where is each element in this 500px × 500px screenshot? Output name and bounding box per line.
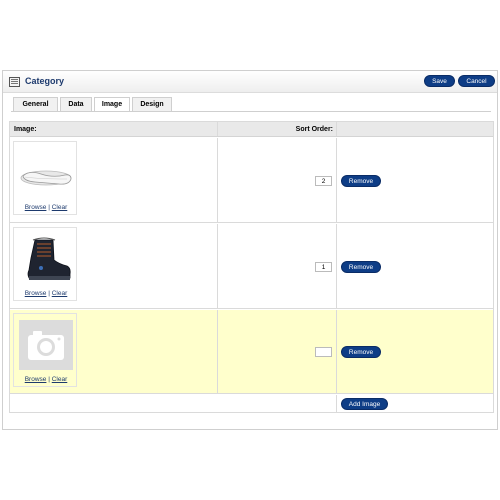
panel-header: Category Save Cancel [3,71,497,93]
remove-button[interactable]: Remove [341,175,381,187]
image-table: Image: Sort Order: Browse | Clear 2 Remo… [9,121,494,413]
tab-divider [11,111,491,112]
sort-order-input[interactable]: 2 [315,176,332,186]
table-row: Browse | Clear Remove [10,310,493,394]
column-header-sort-order: Sort Order: [295,126,333,133]
image-links: Browse | Clear [24,290,68,297]
category-panel: Category Save Cancel General Data Image … [2,70,498,430]
browse-link[interactable]: Browse [25,204,47,211]
image-links: Browse | Clear [24,376,68,383]
tab-general[interactable]: General [13,97,58,111]
image-links: Browse | Clear [24,204,68,211]
clear-link[interactable]: Clear [52,204,68,211]
tab-data[interactable]: Data [60,97,92,111]
column-header-image: Image: [14,126,37,133]
tab-design[interactable]: Design [132,97,172,111]
browse-link[interactable]: Browse [25,290,47,297]
table-row: Browse | Clear 2 Remove [10,138,493,223]
remove-button[interactable]: Remove [341,346,381,358]
clear-link[interactable]: Clear [52,376,68,383]
sandal-insole-image [20,170,72,186]
tab-image[interactable]: Image [94,97,130,112]
sort-order-input[interactable] [315,347,332,357]
add-image-button[interactable]: Add Image [341,398,388,410]
boot-image [27,237,71,280]
table-row: Browse | Clear 1 Remove [10,224,493,309]
camera-placeholder-icon [19,320,73,370]
save-button[interactable]: Save [424,75,455,87]
browse-link[interactable]: Browse [25,376,47,383]
cancel-button[interactable]: Cancel [458,75,495,87]
clear-link[interactable]: Clear [52,290,68,297]
add-image-row: Add Image [10,395,493,413]
image-thumbnail-box[interactable]: Browse | Clear [13,141,77,215]
image-thumbnail-box[interactable]: Browse | Clear [13,313,77,387]
table-header: Image: Sort Order: [10,122,493,137]
page-title: Category [25,76,65,86]
sort-order-input[interactable]: 1 [315,262,332,272]
category-icon [9,77,20,87]
image-thumbnail-box[interactable]: Browse | Clear [13,227,77,301]
remove-button[interactable]: Remove [341,261,381,273]
